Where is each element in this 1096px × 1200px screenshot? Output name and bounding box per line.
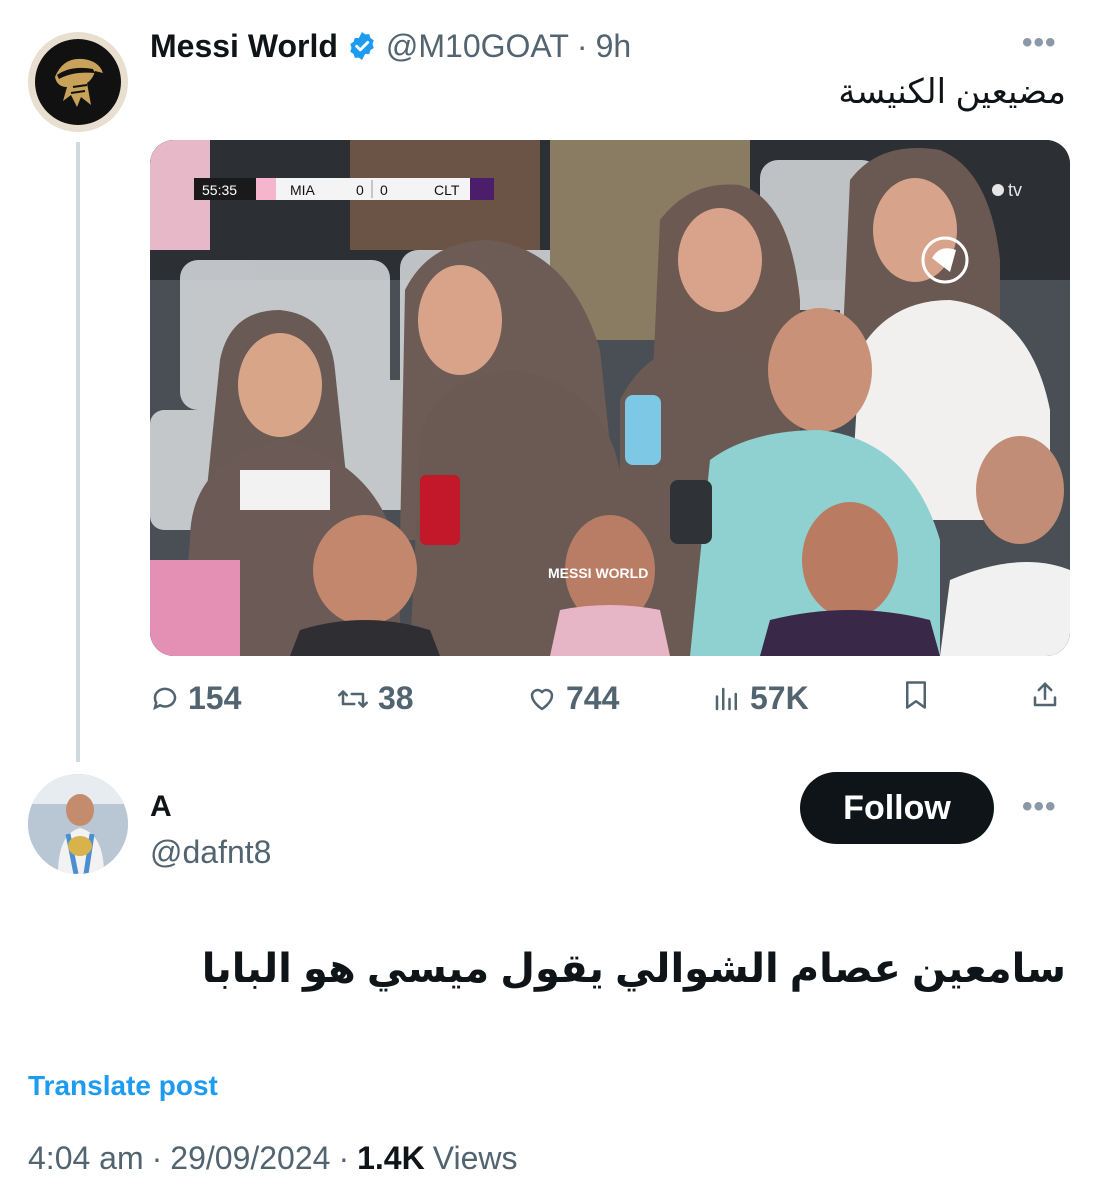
- repost-icon: [336, 684, 370, 714]
- scoreboard-home-score: 0: [356, 182, 364, 198]
- bookmark-icon: [902, 680, 930, 710]
- post-date[interactable]: 29/09/2024: [170, 1140, 330, 1177]
- goat-logo-icon: [35, 39, 121, 125]
- tweet-media-image[interactable]: 55:35 MIA 0 0 CLT tv MESSI WORLD: [150, 140, 1070, 656]
- scoreboard-home: MIA: [290, 182, 316, 198]
- repost-button[interactable]: 38: [336, 680, 414, 717]
- tweet-actions: 154 38 744 57K: [150, 680, 1070, 728]
- reply-more-options-icon[interactable]: •••: [1022, 790, 1057, 824]
- scoreboard-away-score: 0: [380, 182, 388, 198]
- tweet-time[interactable]: 9h: [596, 28, 632, 65]
- translate-post-link[interactable]: Translate post: [28, 1070, 218, 1102]
- author-handle[interactable]: @M10GOAT: [386, 28, 569, 65]
- share-icon: [1030, 680, 1060, 710]
- post-views-label: Views: [432, 1140, 518, 1176]
- views-count: 57K: [750, 680, 809, 716]
- broadcaster-label: tv: [1008, 180, 1022, 200]
- reply-author-avatar[interactable]: [28, 774, 128, 874]
- meta-separator: ·: [338, 1140, 350, 1176]
- author-name[interactable]: Messi World: [150, 28, 338, 65]
- repost-count: 38: [378, 680, 414, 716]
- meta-separator: ·: [151, 1140, 163, 1176]
- tweet-text: مضيعين الكنيسة: [838, 73, 1066, 111]
- reply-author-name[interactable]: A: [150, 790, 172, 824]
- heart-icon: [526, 684, 558, 714]
- thread-connector-line: [76, 142, 80, 762]
- follow-button[interactable]: Follow: [800, 772, 994, 844]
- tweet-header: Messi World @M10GOAT · 9h: [150, 26, 631, 66]
- verified-badge-icon: [346, 30, 378, 62]
- reply-button[interactable]: 154: [150, 680, 241, 717]
- reply-count: 154: [188, 680, 242, 716]
- scoreboard: 55:35 MIA 0 0 CLT: [194, 178, 494, 200]
- analytics-icon: [712, 684, 742, 714]
- media-watermark: MESSI WORLD: [548, 565, 648, 581]
- views-button[interactable]: 57K: [712, 680, 809, 717]
- header-separator: ·: [576, 27, 588, 64]
- post-time[interactable]: 4:04 am: [28, 1140, 144, 1177]
- scoreboard-away: CLT: [434, 182, 460, 198]
- reply-tweet-text: سامعين عصام الشوالي يقول ميسي هو البابا: [201, 947, 1066, 991]
- author-avatar[interactable]: [28, 32, 128, 132]
- post-views-count: 1.4K: [357, 1140, 425, 1176]
- reply-icon: [150, 684, 180, 714]
- tweet-metadata: 4:04 am · 29/09/2024 · 1.4K Views: [28, 1140, 517, 1177]
- bookmark-button[interactable]: [902, 680, 930, 710]
- share-button[interactable]: [1030, 680, 1060, 710]
- scoreboard-clock: 55:35: [202, 182, 237, 198]
- like-button[interactable]: 744: [526, 680, 619, 717]
- more-options-icon[interactable]: •••: [1022, 26, 1057, 60]
- like-count: 744: [566, 680, 620, 716]
- reply-author-handle[interactable]: @dafnt8: [150, 834, 271, 871]
